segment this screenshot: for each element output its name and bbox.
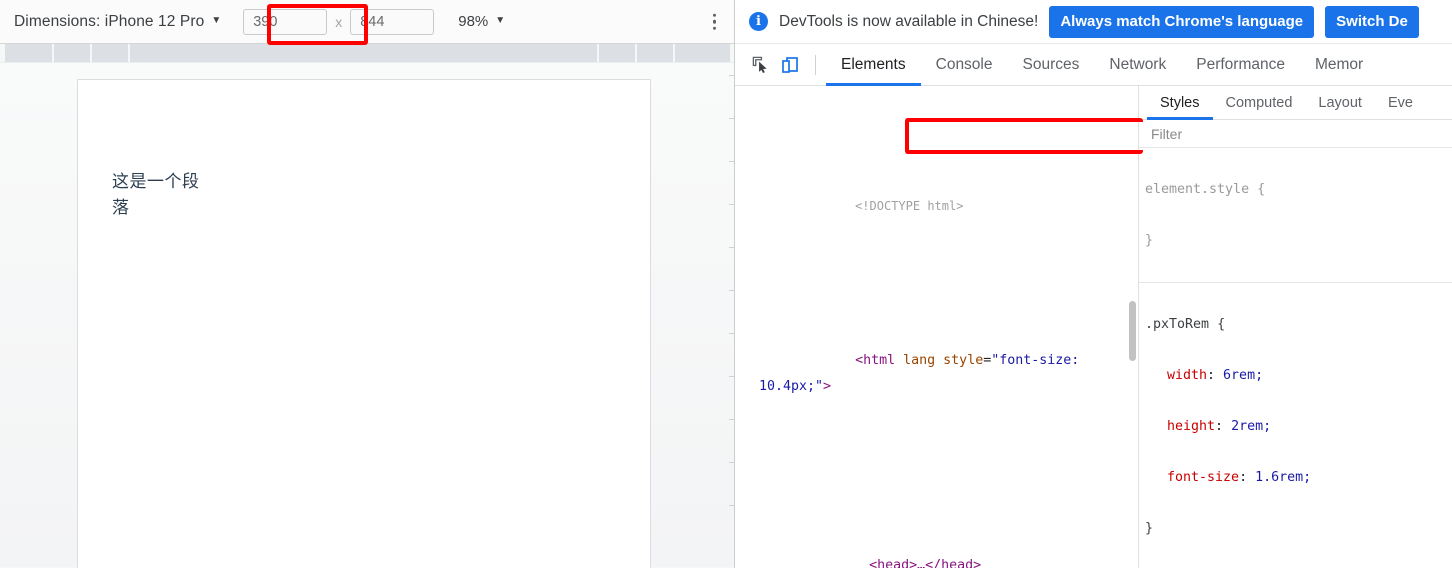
rule-close-brace: } [1145, 232, 1154, 248]
ruler-tick [729, 118, 734, 119]
styles-filter-row[interactable] [1139, 120, 1452, 148]
rule-element-style[interactable]: element.style { } [1139, 148, 1452, 283]
kebab-dot [712, 19, 716, 24]
zoom-level-label: 98% [458, 13, 489, 30]
vertical-ruler [729, 63, 734, 567]
head-tag: <head>…</head> [869, 557, 982, 568]
viewport-height-input[interactable] [350, 8, 435, 35]
dom-line-head[interactable]: <head>…</head> [735, 502, 1138, 568]
tab-memory[interactable]: Memor [1300, 44, 1378, 86]
ruler-tick [729, 204, 734, 205]
ruler-edge [0, 44, 5, 62]
ruler-tick [729, 75, 734, 76]
css-property[interactable]: width [1145, 368, 1207, 383]
tab-network[interactable]: Network [1094, 44, 1181, 86]
styles-filter-input[interactable] [1151, 125, 1422, 142]
dom-line-html[interactable]: <html lang style="font-size: 10.4px;"> [735, 322, 1138, 424]
html-tag: <html [855, 352, 896, 368]
viewport-width-input[interactable] [243, 8, 328, 35]
ruler-tick [52, 44, 54, 62]
html-lang-attr: lang [903, 352, 936, 368]
page-paragraph: 这是一个段落 [112, 172, 200, 219]
tabstrip-divider [815, 54, 816, 75]
ruler-tick [729, 376, 734, 377]
ruler-tick [635, 44, 637, 62]
styles-panel: Styles Computed Layout Eve element.style… [1139, 86, 1452, 568]
css-value[interactable]: 1.6rem; [1255, 470, 1311, 485]
dom-tree-scrollbar[interactable] [1127, 86, 1138, 568]
language-notification-bar: i DevTools is now available in Chinese! … [735, 0, 1452, 44]
kebab-dot [712, 26, 716, 30]
device-emulation-pane: Dimensions: iPhone 12 Pro ▼ x 98% ▼ [0, 0, 735, 568]
css-value[interactable]: 2rem; [1231, 419, 1271, 434]
zoom-selector[interactable]: 98% ▼ [458, 13, 505, 30]
dom-tree-panel[interactable]: <!DOCTYPE html> <html lang style="font-s… [735, 86, 1139, 568]
rule-selector: .pxToRem [1145, 316, 1210, 332]
ruler-tick [128, 44, 130, 62]
viewport-ruler[interactable] [0, 44, 734, 63]
info-icon: i [749, 12, 768, 31]
ruler-tick [673, 44, 675, 62]
device-emulation-toolbar: Dimensions: iPhone 12 Pro ▼ x 98% ▼ [0, 0, 734, 44]
inspect-element-icon[interactable] [745, 50, 775, 80]
css-property[interactable]: height [1145, 419, 1215, 434]
tab-console[interactable]: Console [921, 44, 1008, 86]
device-canvas: 这是一个段落 [0, 63, 734, 568]
tab-layout[interactable]: Layout [1305, 86, 1375, 120]
rule-open-brace: { [1217, 316, 1226, 332]
styles-tabstrip: Styles Computed Layout Eve [1139, 86, 1452, 120]
device-viewport-frame: 这是一个段落 [77, 79, 651, 568]
ruler-tick [90, 44, 92, 62]
ruler-tick [729, 161, 734, 162]
dom-line-doctype[interactable]: <!DOCTYPE html> [735, 169, 1138, 246]
kebab-dot [712, 13, 716, 17]
ruler-tick [729, 419, 734, 420]
ruler-tick [597, 44, 599, 62]
ruler-tick [729, 505, 734, 506]
tab-styles[interactable]: Styles [1147, 86, 1213, 120]
notification-message: DevTools is now available in Chinese! [779, 12, 1039, 30]
ruler-tick [729, 462, 734, 463]
html-style-attr: style [943, 352, 984, 368]
zoom-chevron-down-icon: ▼ [495, 15, 506, 26]
devtools-window: Dimensions: iPhone 12 Pro ▼ x 98% ▼ [0, 0, 1452, 568]
dimensions-label[interactable]: Dimensions: iPhone 12 Pro [14, 13, 204, 31]
ruler-tick [729, 333, 734, 334]
devtools-panel: i DevTools is now available in Chinese! … [735, 0, 1452, 568]
devtools-content: <!DOCTYPE html> <html lang style="font-s… [735, 86, 1452, 568]
kebab-menu-icon[interactable] [712, 13, 716, 30]
rule-open-brace: { [1257, 181, 1266, 197]
rule-pxtorem[interactable]: .pxToRem { width: 6rem; height: 2rem; fo… [1139, 283, 1452, 568]
dimension-separator: x [335, 13, 343, 30]
devtools-tabstrip: Elements Console Sources Network Perform… [735, 44, 1452, 86]
rule-selector: element.style [1145, 181, 1250, 197]
tab-elements[interactable]: Elements [826, 44, 921, 86]
dom-tree: <!DOCTYPE html> <html lang style="font-s… [735, 92, 1138, 568]
switch-devtools-language-button[interactable]: Switch De [1325, 5, 1419, 38]
css-value[interactable]: 6rem; [1223, 368, 1263, 383]
tab-computed[interactable]: Computed [1213, 86, 1306, 120]
rule-close-brace: } [1145, 521, 1154, 537]
tab-performance[interactable]: Performance [1181, 44, 1300, 86]
device-toolbar-icon[interactable] [775, 50, 805, 80]
tab-sources[interactable]: Sources [1008, 44, 1095, 86]
always-match-language-button[interactable]: Always match Chrome's language [1049, 5, 1315, 38]
css-property[interactable]: font-size [1145, 470, 1239, 485]
doctype-text: <!DOCTYPE html> [855, 199, 964, 214]
ruler-tick [729, 290, 734, 291]
tab-event-listeners[interactable]: Eve [1375, 86, 1426, 120]
ruler-tick [729, 247, 734, 248]
scrollbar-thumb[interactable] [1129, 301, 1136, 361]
dimensions-chevron-down-icon[interactable]: ▼ [211, 15, 221, 26]
